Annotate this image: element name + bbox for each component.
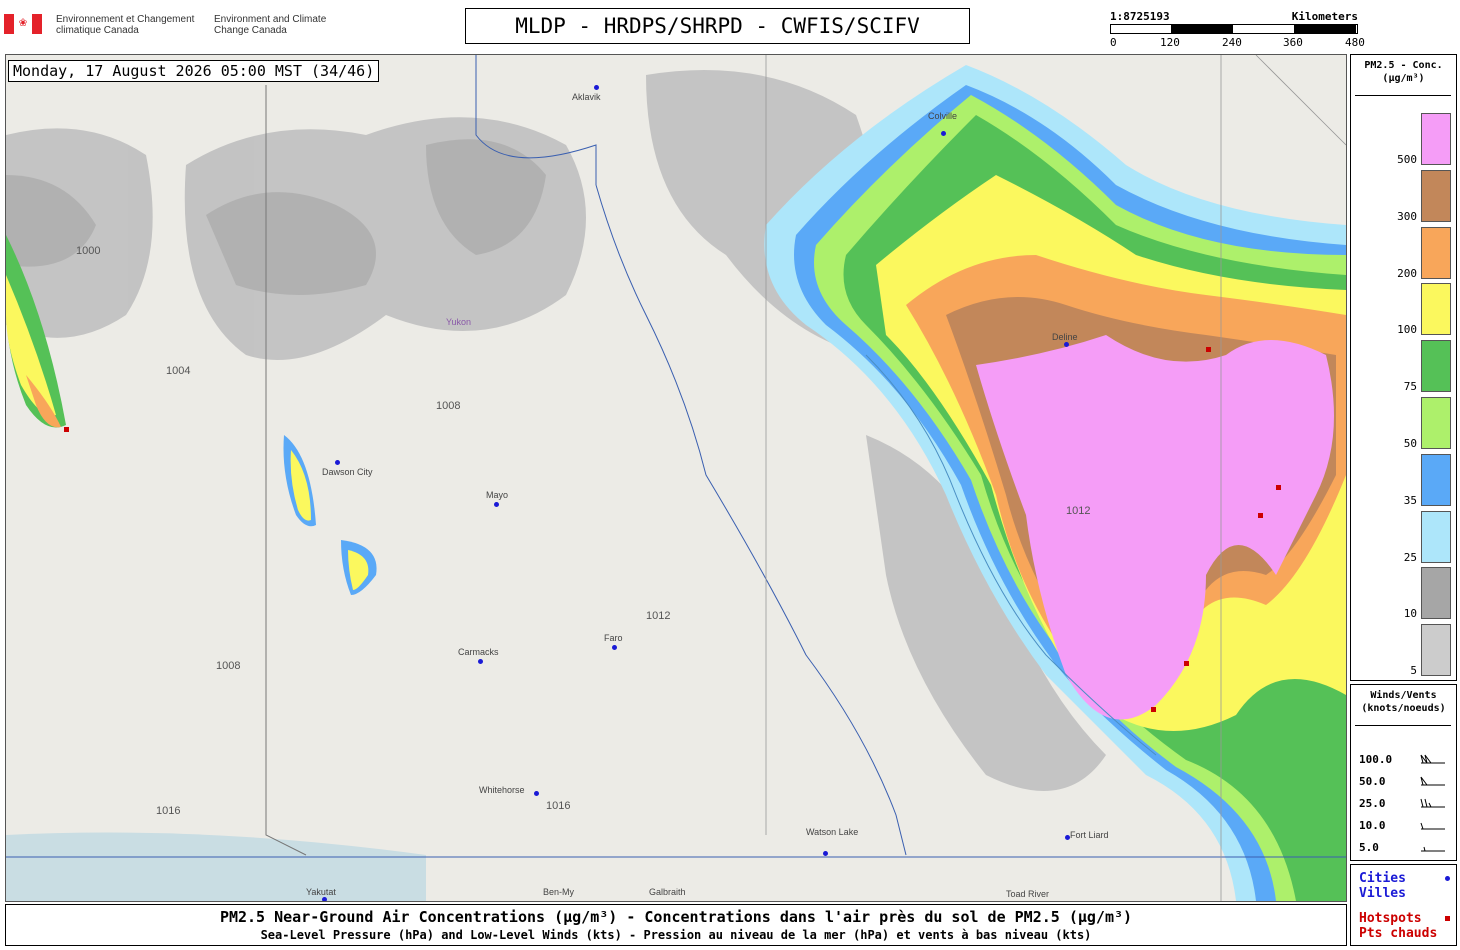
city-marker: [823, 851, 828, 856]
legend-swatch: [1421, 453, 1451, 506]
isobar-label: 1012: [1066, 505, 1091, 517]
wind-row: 10.0: [1359, 819, 1386, 832]
cities-label-fr: Villes: [1359, 886, 1406, 901]
wind-row: 25.0: [1359, 797, 1386, 810]
map-view[interactable]: 1000 1004 1008 1012 1016 1008 1012 1016 …: [5, 54, 1347, 902]
scale-tick: 240: [1222, 36, 1242, 49]
scale-ratio: 1:8725193: [1110, 10, 1170, 23]
legend-level-label: 50: [1403, 437, 1417, 450]
city-label-ben-my: Ben-My: [543, 887, 575, 897]
isobar-label: 1016: [156, 805, 181, 817]
legend-level-label: 5: [1410, 664, 1417, 678]
scale-tick: 0: [1110, 36, 1117, 49]
forecast-timestamp: Monday, 17 August 2026 05:00 MST (34/46): [8, 60, 380, 82]
caption-main: PM2.5 Near-Ground Air Concentrations (µg…: [219, 908, 1133, 926]
city-label-toad-river: Toad River: [1006, 889, 1050, 899]
city-label-faro: Faro: [604, 633, 623, 643]
page-title: MLDP - HRDPS/SHRPD - CWFIS/SCIFV: [465, 8, 970, 44]
city-label-dawson: Dawson City: [322, 467, 373, 477]
wind-row: 5.0: [1359, 841, 1379, 854]
city-label-whitehorse: Whitehorse: [479, 785, 525, 795]
city-marker: [534, 791, 539, 796]
wind-barb-icons: [1420, 754, 1445, 852]
legend-level-label: 300: [1397, 209, 1417, 223]
legend-level-label: 75: [1403, 380, 1417, 394]
hotspot-marker: [64, 427, 69, 432]
hotspot-marker: [1206, 347, 1211, 352]
city-marker: [494, 502, 499, 507]
legend-swatch: [1421, 283, 1451, 336]
scale-tick: 480: [1345, 36, 1365, 49]
isobar-label: 1012: [646, 610, 671, 622]
eccc-logo: ❀ Environnement et Changement climatique…: [4, 12, 326, 42]
city-label-aklavik: Aklavik: [572, 92, 601, 102]
pm25-map: [6, 55, 1346, 901]
city-label-fort-liard: Fort Liard: [1070, 830, 1109, 840]
hotspot-marker: [1258, 513, 1263, 518]
legend-level-label: 25: [1403, 550, 1417, 564]
city-label-colville: Colville: [928, 111, 958, 121]
cities-label-en: Cities: [1359, 871, 1406, 886]
scale-bar-graphic: [1110, 24, 1358, 34]
legend-swatch: [1421, 397, 1451, 449]
city-marker: [1064, 342, 1069, 347]
map-caption: PM2.5 Near-Ground Air Concentrations (µg…: [5, 904, 1347, 946]
city-marker: [322, 897, 327, 901]
wind-row: 50.0: [1359, 775, 1386, 788]
city-marker: [941, 131, 946, 136]
hotspots-label-en: Hotspots: [1359, 911, 1422, 926]
scale-unit: Kilometers: [1291, 10, 1358, 23]
hotspot-square-icon: [1445, 916, 1450, 921]
pm25-legend: PM2.5 - Conc. (µg/m³) 500 300 200 100 75 50 35…: [1350, 54, 1457, 681]
marker-legend: Cities Villes Hotspots Pts chauds: [1350, 864, 1457, 946]
legend-title: PM2.5 - Conc. (µg/m³): [1364, 60, 1443, 84]
city-label-watson-lake: Watson Lake: [806, 827, 859, 837]
hotspot-marker: [1276, 485, 1281, 490]
isobar-label: 1008: [216, 660, 241, 672]
city-label-deline: Deline: [1052, 332, 1078, 342]
legend-swatch: [1421, 169, 1451, 222]
city-marker: [335, 460, 340, 465]
hotspots-label-fr: Pts chauds: [1359, 926, 1438, 941]
city-marker: [612, 645, 617, 650]
city-label-galbraith: Galbraith: [649, 887, 686, 897]
legend-level-label: 35: [1403, 493, 1417, 507]
org-name-en: Environment and Climate Change Canada: [214, 14, 327, 36]
isobar-label: 1000: [76, 245, 101, 257]
wind-row: 100.0: [1359, 753, 1393, 766]
legend-level-label: 200: [1397, 266, 1417, 280]
city-marker: [594, 85, 599, 90]
legend-swatch: [1421, 226, 1451, 279]
caption-sub: Sea-Level Pressure (hPa) and Low-Level W…: [260, 928, 1092, 942]
scale-tick: 120: [1160, 36, 1180, 49]
isobar-label: 1004: [166, 365, 191, 377]
city-dot-icon: [1445, 876, 1450, 881]
scale-tick: 360: [1283, 36, 1303, 49]
legend-level-label: 100: [1397, 323, 1417, 337]
territory-label-yukon: Yukon: [446, 317, 472, 327]
legend-level-label: 10: [1403, 607, 1417, 621]
city-label-yakutat: Yakutat: [306, 887, 336, 897]
org-name-fr: Environnement et Changement climatique C…: [56, 14, 195, 36]
winds-legend: Winds/Vents (knots/noeuds) 100.0 50.0 25…: [1350, 684, 1457, 861]
hotspot-marker: [1184, 661, 1189, 666]
city-marker: [478, 659, 483, 664]
city-label-carmacks: Carmacks: [458, 647, 499, 657]
hotspot-marker: [1151, 707, 1156, 712]
legend-swatch: [1421, 510, 1451, 563]
ocean-area: [6, 832, 426, 901]
isobar-label: 1008: [436, 400, 461, 412]
canada-flag-icon: ❀: [4, 14, 42, 34]
legend-swatch: [1421, 624, 1451, 677]
scale-bar: 1:8725193 Kilometers 0 120 240 360 480: [1110, 10, 1365, 50]
legend-swatch: [1421, 113, 1451, 165]
winds-title: Winds/Vents (knots/noeuds): [1361, 690, 1446, 714]
legend-level-label: 500: [1397, 153, 1417, 166]
city-label-mayo: Mayo: [486, 490, 509, 500]
legend-swatch: [1421, 340, 1451, 393]
legend-swatch: [1421, 567, 1451, 620]
isobar-label: 1016: [546, 800, 571, 812]
